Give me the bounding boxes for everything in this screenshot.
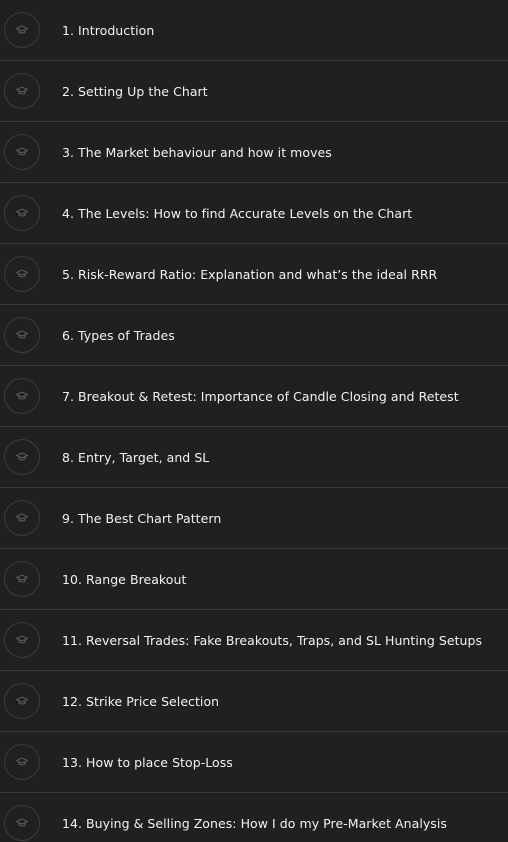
lesson-item-12[interactable]: 12. Strike Price Selection xyxy=(0,671,508,732)
lesson-title: 8. Entry, Target, and SL xyxy=(62,449,210,465)
lesson-item-3[interactable]: 3. The Market behaviour and how it moves xyxy=(0,122,508,183)
graduation-cap-icon xyxy=(4,744,40,780)
lesson-item-9[interactable]: 9. The Best Chart Pattern xyxy=(0,488,508,549)
graduation-cap-icon xyxy=(4,134,40,170)
lesson-item-5[interactable]: 5. Risk-Reward Ratio: Explanation and wh… xyxy=(0,244,508,305)
lesson-title: 9. The Best Chart Pattern xyxy=(62,510,222,526)
graduation-cap-icon xyxy=(4,439,40,475)
lesson-item-7[interactable]: 7. Breakout & Retest: Importance of Cand… xyxy=(0,366,508,427)
graduation-cap-icon xyxy=(4,622,40,658)
lesson-item-6[interactable]: 6. Types of Trades xyxy=(0,305,508,366)
lesson-title: 6. Types of Trades xyxy=(62,327,175,343)
lesson-title: 13. How to place Stop-Loss xyxy=(62,754,233,770)
lesson-item-2[interactable]: 2. Setting Up the Chart xyxy=(0,61,508,122)
graduation-cap-icon xyxy=(4,378,40,414)
lesson-title: 4. The Levels: How to find Accurate Leve… xyxy=(62,205,413,221)
lesson-item-10[interactable]: 10. Range Breakout xyxy=(0,549,508,610)
lesson-title: 3. The Market behaviour and how it moves xyxy=(62,144,332,160)
graduation-cap-icon xyxy=(4,12,40,48)
lesson-item-11[interactable]: 11. Reversal Trades: Fake Breakouts, Tra… xyxy=(0,610,508,671)
graduation-cap-icon xyxy=(4,500,40,536)
lesson-title: 11. Reversal Trades: Fake Breakouts, Tra… xyxy=(62,632,483,648)
lesson-title: 10. Range Breakout xyxy=(62,571,187,587)
lesson-title: 14. Buying & Selling Zones: How I do my … xyxy=(62,815,447,831)
graduation-cap-icon xyxy=(4,561,40,597)
lesson-list: 1. Introduction 2. Setting Up the Chart … xyxy=(0,0,508,842)
lesson-item-4[interactable]: 4. The Levels: How to find Accurate Leve… xyxy=(0,183,508,244)
lesson-item-13[interactable]: 13. How to place Stop-Loss xyxy=(0,732,508,793)
graduation-cap-icon xyxy=(4,195,40,231)
lesson-item-8[interactable]: 8. Entry, Target, and SL xyxy=(0,427,508,488)
lesson-title: 1. Introduction xyxy=(62,22,155,38)
lesson-title: 5. Risk-Reward Ratio: Explanation and wh… xyxy=(62,266,438,282)
lesson-title: 2. Setting Up the Chart xyxy=(62,83,208,99)
graduation-cap-icon xyxy=(4,317,40,353)
lesson-title: 7. Breakout & Retest: Importance of Cand… xyxy=(62,388,459,404)
graduation-cap-icon xyxy=(4,73,40,109)
lesson-item-14[interactable]: 14. Buying & Selling Zones: How I do my … xyxy=(0,793,508,842)
lesson-item-1[interactable]: 1. Introduction xyxy=(0,0,508,61)
graduation-cap-icon xyxy=(4,683,40,719)
graduation-cap-icon xyxy=(4,256,40,292)
lesson-title: 12. Strike Price Selection xyxy=(62,693,220,709)
graduation-cap-icon xyxy=(4,805,40,841)
